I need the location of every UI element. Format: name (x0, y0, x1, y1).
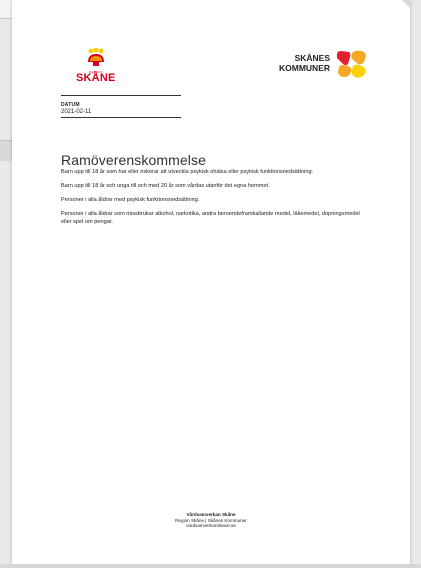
paragraph: Barn upp till 18 år som har eller risker… (61, 169, 314, 175)
date-rule-bottom (61, 117, 181, 118)
region-skane-name: SKÅNE (76, 72, 116, 84)
page-fold (402, 0, 410, 8)
document-title: Ramöverenskommelse (61, 152, 206, 168)
region-skane-flower-icon (88, 48, 104, 66)
document-content: Ramöverenskommelse Barn upp till 18 år s… (61, 152, 361, 232)
date-rule-top (61, 95, 181, 96)
footer-line-3: vardsamverkanskane.se (186, 523, 236, 529)
date-label: DATUM (61, 102, 80, 108)
paragraph: Personer i alla åldrar med psykisk funkt… (61, 197, 200, 203)
skanes-kommuner-text: SKÅNES KOMMUNER (279, 53, 330, 73)
date-block: DATUM 2021-02-11 (61, 95, 181, 118)
page-footer: Vårdsamverkan Skåne Region Skåne | Skåne… (12, 512, 410, 529)
paragraph: Personer i alla åldrar som missbrukar al… (61, 211, 360, 225)
paragraph: Barn upp till 18 år och unga till och me… (61, 183, 270, 189)
document-page[interactable]: REGION SKÅNE SKÅNES KOMMUNER DATUM 2021-… (12, 0, 410, 564)
region-skane-logo: REGION SKÅNE (72, 48, 120, 84)
skanes-kommuner-mark-icon (337, 50, 366, 78)
skanes-kommuner-logo: SKÅNES KOMMUNER (272, 50, 368, 80)
skanes-kommuner-line2: KOMMUNER (279, 63, 330, 73)
skanes-kommuner-line1: SKÅNES (294, 53, 330, 63)
date-value: 2021-02-11 (61, 109, 92, 115)
viewer-bottom-edge (0, 564, 421, 568)
